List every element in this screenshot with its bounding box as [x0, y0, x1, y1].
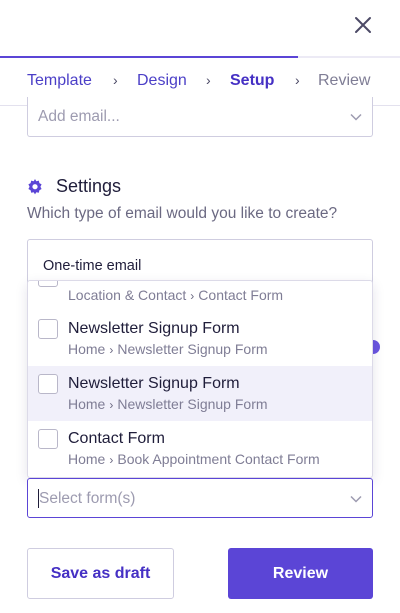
list-item-name: Newsletter Signup Form — [68, 375, 240, 392]
chevron-right-icon: › — [109, 343, 114, 357]
email-field[interactable]: Add email... — [27, 97, 373, 137]
email-type-label: One-time email — [43, 258, 142, 274]
checkbox[interactable] — [38, 281, 58, 287]
checkbox[interactable] — [38, 374, 58, 394]
email-field-placeholder: Add email... — [38, 108, 120, 125]
list-item[interactable]: Location & Contact › Contact Form — [28, 281, 372, 311]
list-item[interactable]: Newsletter Signup Form Home › Newsletter S… — [28, 366, 372, 421]
chevron-right-icon: › — [190, 289, 195, 303]
step-setup[interactable]: Setup — [230, 72, 274, 90]
form-select-input[interactable]: Select form(s) — [27, 478, 373, 518]
settings-title: Settings — [56, 176, 122, 196]
chevron-right-icon: › — [113, 72, 118, 88]
progress-fill — [0, 56, 298, 58]
step-template[interactable]: Template — [27, 72, 92, 90]
chevron-down-icon — [350, 113, 362, 121]
review-button[interactable]: Review — [228, 548, 373, 599]
wizard-steps: Template › Design › Setup › Review — [0, 68, 400, 94]
list-item-path: Home › Newsletter Signup Form — [68, 396, 268, 412]
step-review[interactable]: Review — [318, 72, 370, 90]
form-dropdown-list[interactable]: Location & Contact › Contact Form Newslett… — [27, 280, 373, 478]
close-button[interactable] — [352, 14, 374, 36]
list-item[interactable]: Newsletter Signup Form Home › Newsletter S… — [28, 311, 372, 366]
checkbox[interactable] — [38, 319, 58, 339]
chevron-right-icon: › — [109, 453, 114, 467]
save-draft-button[interactable]: Save as draft — [27, 548, 174, 599]
gear-icon — [28, 178, 42, 194]
settings-subtitle: Which type of email would you like to cr… — [27, 205, 338, 222]
chevron-down-icon — [350, 495, 362, 503]
list-item[interactable]: Contact Form Home › Book Appointment Conta… — [28, 421, 372, 476]
settings-heading: Settings — [27, 176, 121, 197]
list-item-path: Location & Contact › Contact Form — [68, 287, 284, 303]
list-item-name: Newsletter Signup Form — [68, 320, 240, 337]
list-item-path: Home › Newsletter Signup Form — [68, 341, 268, 357]
list-item-path: Home › Book Appointment Contact Form — [68, 451, 320, 467]
close-icon — [355, 17, 371, 33]
step-design[interactable]: Design — [137, 72, 187, 90]
chevron-right-icon: › — [109, 398, 114, 412]
list-item-name: Contact Form — [68, 430, 165, 447]
checkbox[interactable] — [38, 429, 58, 449]
form-select-placeholder: Select form(s) — [39, 490, 136, 507]
chevron-right-icon: › — [295, 72, 300, 88]
chevron-right-icon: › — [206, 72, 211, 88]
